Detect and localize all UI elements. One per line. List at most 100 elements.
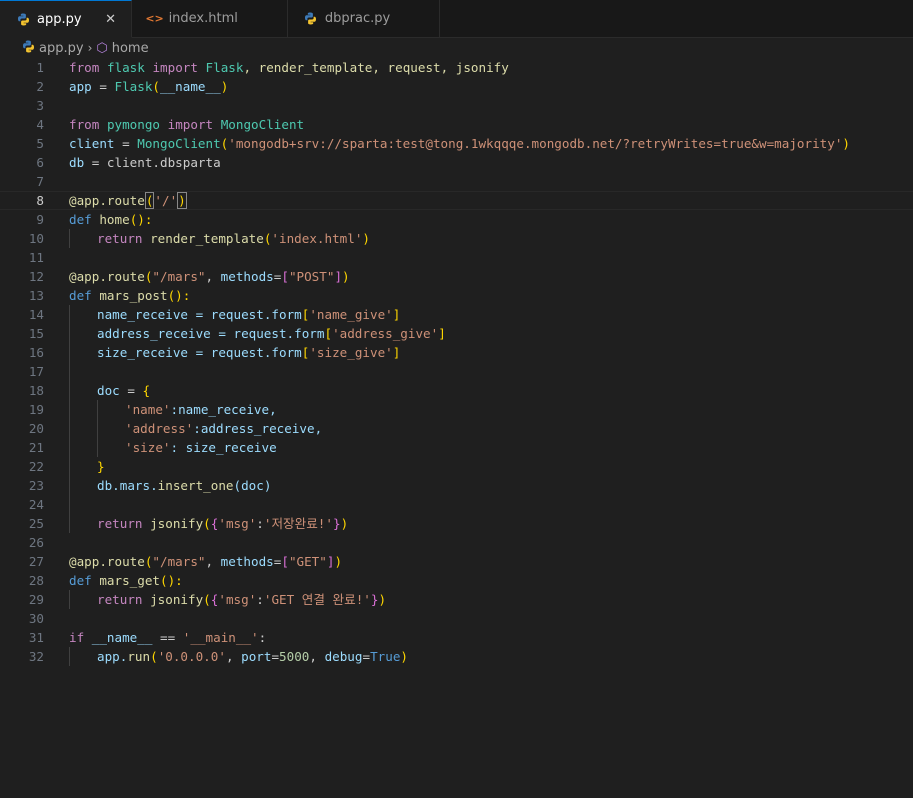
token: methods — [220, 554, 274, 569]
code-line: 24 — [0, 495, 913, 514]
breadcrumb: app.py › ⬡ home — [0, 38, 913, 58]
token: [ — [281, 269, 289, 284]
chevron-right-icon: › — [87, 41, 93, 55]
line-number: 12 — [28, 269, 44, 284]
token: "POST" — [288, 269, 335, 284]
line-number: 18 — [28, 383, 44, 398]
code-line: 28 def mars_get(): — [0, 571, 913, 590]
token: ( — [150, 649, 158, 664]
token: size_receive — [97, 345, 188, 360]
token: render_template — [150, 231, 264, 246]
token: '저장완료!' — [263, 516, 333, 531]
line-number: 32 — [28, 649, 44, 664]
token: [ — [324, 326, 333, 341]
breadcrumb-symbol[interactable]: home — [112, 41, 149, 56]
tab-app-py[interactable]: app.py ✕ — [0, 0, 132, 38]
tab-dbprac-py[interactable]: dbprac.py — [287, 0, 441, 37]
token: @app.route — [69, 554, 145, 569]
code-line: 18 doc = { — [0, 381, 913, 400]
token: 'address_give' — [332, 326, 439, 341]
token: mars_get — [99, 573, 161, 588]
code-line: 5 client = MongoClient('mongodb+srv://spa… — [0, 134, 913, 153]
line-number: 13 — [28, 288, 44, 303]
line-number: 30 — [28, 611, 44, 626]
token: ( — [203, 516, 211, 531]
token: (): — [167, 288, 191, 303]
html-icon: <> — [145, 12, 164, 25]
token: , — [309, 649, 325, 664]
line-number: 26 — [28, 535, 44, 550]
code-line: 4 from pymongo import MongoClient — [0, 115, 913, 134]
tab-label: app.py — [37, 11, 82, 27]
token: 'name_give' — [309, 307, 393, 322]
token: return — [97, 516, 143, 531]
token: app. — [97, 649, 128, 664]
tab-label: index.html — [168, 11, 238, 26]
python-icon — [304, 12, 318, 26]
token: (): — [129, 212, 153, 227]
code-line: 25 return jsonify({'msg':'저장완료!'}) — [0, 514, 913, 533]
code-line: 23 db.mars.insert_one(doc) — [0, 476, 913, 495]
close-icon[interactable]: ✕ — [103, 11, 119, 27]
token: jsonify — [150, 592, 204, 607]
line-number: 20 — [28, 421, 44, 436]
token: : size_receive — [170, 440, 277, 455]
tab-index-html[interactable]: <> index.html — [131, 0, 288, 37]
token: ] — [438, 326, 446, 341]
code-line: 21 'size': size_receive — [0, 438, 913, 457]
code-line: 3 — [0, 96, 913, 115]
token: ] — [334, 269, 343, 284]
code-editor[interactable]: 1 from flask import Flask, render_templat… — [0, 58, 913, 666]
token: 'index.html' — [271, 231, 363, 246]
token: ( — [152, 79, 161, 94]
token: ) — [334, 554, 343, 569]
token: = request.form — [188, 307, 302, 322]
token: import — [152, 60, 198, 75]
python-icon — [16, 12, 30, 26]
line-number: 27 — [28, 554, 44, 569]
code-line-current: 8 @app.route('/') — [0, 191, 913, 210]
token: :address_receive, — [193, 421, 323, 436]
token: ) — [340, 516, 349, 531]
token: @app.route — [69, 193, 145, 208]
line-number: 1 — [36, 60, 44, 75]
token: import — [167, 117, 214, 132]
line-number: 14 — [28, 307, 44, 322]
line-number: 10 — [28, 231, 44, 246]
token: = request.form — [188, 345, 302, 360]
token: port — [241, 649, 272, 664]
token: : — [258, 630, 267, 645]
token: = — [119, 383, 143, 398]
token: = client.dbsparta — [84, 155, 221, 170]
token: == — [152, 630, 183, 645]
code-line: 27 @app.route("/mars", methods=["GET"]) — [0, 552, 913, 571]
token: [ — [281, 554, 289, 569]
token: : — [256, 516, 264, 531]
code-line: 32 app.run('0.0.0.0', port=5000, debug=Tr… — [0, 647, 913, 666]
token: db — [69, 155, 85, 170]
token: Flask — [114, 79, 153, 94]
token: run — [127, 649, 151, 664]
line-number: 9 — [36, 212, 44, 227]
line-number: 23 — [28, 478, 44, 493]
code-line: 22} — [0, 457, 913, 476]
line-number: 22 — [28, 459, 44, 474]
token: ] — [392, 307, 401, 322]
token: 'name' — [125, 402, 171, 417]
code-line: 10 return render_template('index.html') — [0, 229, 913, 248]
token: def — [69, 212, 92, 227]
code-line: 14 name_receive = request.form['name_give… — [0, 305, 913, 324]
token: 'size' — [125, 440, 171, 455]
code-line: 7 — [0, 172, 913, 191]
token: ) — [400, 649, 409, 664]
token: client — [69, 136, 115, 151]
token: address_receive — [97, 326, 211, 341]
line-number: 3 — [36, 98, 44, 113]
token: "GET" — [288, 554, 327, 569]
code-line: 9 def home(): — [0, 210, 913, 229]
python-icon — [22, 40, 35, 57]
token: pymongo — [106, 117, 161, 132]
token: True — [370, 649, 401, 664]
breadcrumb-file[interactable]: app.py — [39, 41, 84, 56]
token: 'mongodb+srv://sparta:test@tong.1wkqqqe.… — [228, 136, 843, 151]
